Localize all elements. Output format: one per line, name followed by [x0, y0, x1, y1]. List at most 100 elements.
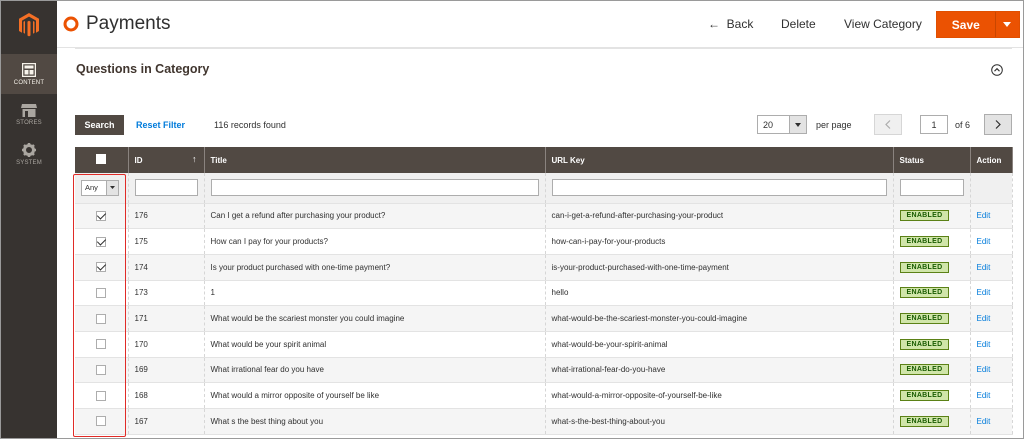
row-id: 173	[128, 280, 205, 307]
row-url-key: what-would-be-the-scariest-monster-you-c…	[545, 305, 894, 332]
column-header-action: Action	[970, 147, 1013, 173]
row-action-cell: Edit	[970, 305, 1013, 332]
search-button[interactable]: Search	[75, 115, 124, 135]
row-url-key: hello	[545, 280, 894, 307]
select-all-checkbox[interactable]	[96, 154, 107, 164]
status-badge: ENABLED	[899, 390, 950, 402]
row-action-cell: Edit	[970, 357, 1013, 384]
row-id: 176	[128, 203, 205, 230]
row-id: 170	[128, 331, 205, 358]
current-page-input[interactable]: 1	[920, 115, 948, 134]
save-options-toggle[interactable]	[996, 12, 1019, 37]
row-title: What irrational fear do you have	[204, 357, 546, 384]
row-title: How can I pay for your products?	[204, 228, 546, 255]
title-wrap: Payments	[63, 13, 170, 35]
nav-stores-label: STORES	[16, 119, 42, 126]
per-page-caret-icon	[789, 116, 806, 133]
select-all-header[interactable]	[75, 147, 129, 173]
chevron-left-icon	[885, 120, 891, 129]
column-header-url-key[interactable]: URL Key	[545, 147, 894, 173]
row-id: 169	[128, 357, 205, 384]
save-button-group: Save	[936, 11, 1020, 38]
row-status-cell: ENABLED	[893, 382, 971, 409]
filter-title-cell	[204, 173, 546, 204]
system-icon	[22, 142, 36, 157]
row-id: 171	[128, 305, 205, 332]
edit-link[interactable]: Edit	[977, 417, 991, 426]
status-badge: ENABLED	[899, 364, 950, 376]
next-page-button[interactable]	[984, 114, 1012, 135]
row-status-cell: ENABLED	[893, 203, 971, 230]
filter-id-cell	[128, 173, 205, 204]
edit-link[interactable]: Edit	[977, 237, 991, 246]
collapse-icon[interactable]	[991, 64, 1003, 76]
row-action-cell: Edit	[970, 382, 1013, 409]
table-row[interactable]: 169 What irrational fear do you have what-…	[75, 357, 1013, 384]
status-badge: ENABLED	[899, 415, 950, 427]
table-row[interactable]: 170 What would be your spirit animal what-…	[75, 331, 1013, 358]
stores-icon	[21, 103, 37, 117]
edit-link[interactable]: Edit	[977, 391, 991, 400]
per-page-select[interactable]: 20	[757, 115, 807, 134]
save-button[interactable]: Save	[937, 12, 996, 37]
row-id: 175	[128, 228, 205, 255]
edit-link[interactable]: Edit	[977, 263, 991, 272]
column-header-title[interactable]: Title	[204, 147, 546, 173]
caret-down-icon	[1003, 22, 1012, 27]
page-header: Payments ← Back Delete View Category Sav…	[57, 1, 1023, 48]
row-title: What would be your spirit animal	[204, 331, 546, 358]
table-row[interactable]: 173 1 hello ENABLED Edit	[75, 280, 1013, 307]
filter-row: Any	[75, 173, 1013, 204]
row-title: What would be the scariest monster you c…	[204, 305, 546, 332]
per-page-label: per page	[816, 120, 852, 130]
row-status-cell: ENABLED	[893, 305, 971, 332]
nav-stores[interactable]: STORES	[1, 94, 57, 134]
row-id: 174	[128, 254, 205, 281]
table-row[interactable]: 176 Can I get a refund after purchasing y…	[75, 203, 1013, 230]
table-row[interactable]: 167 What s the best thing about you what-s…	[75, 408, 1013, 435]
row-title: What s the best thing about you	[204, 408, 546, 435]
table-row[interactable]: 175 How can I pay for your products? how-c…	[75, 228, 1013, 255]
filter-title-input[interactable]	[210, 179, 539, 197]
edit-link[interactable]: Edit	[977, 365, 991, 374]
reset-filter-link[interactable]: Reset Filter	[136, 120, 185, 130]
edit-link[interactable]: Edit	[977, 288, 991, 297]
edit-link[interactable]: Edit	[977, 314, 991, 323]
prev-page-button[interactable]	[874, 114, 902, 135]
magento-logo[interactable]	[1, 1, 57, 48]
column-header-id[interactable]: ID ↑	[128, 147, 205, 173]
column-header-status[interactable]: Status	[893, 147, 971, 173]
edit-link[interactable]: Edit	[977, 211, 991, 220]
nav-content[interactable]: CONTENT	[1, 54, 57, 94]
row-url-key: what-would-a-mirror-opposite-of-yourself…	[545, 382, 894, 409]
table-row[interactable]: 174 Is your product purchased with one-ti…	[75, 254, 1013, 281]
magento-logo-icon	[19, 12, 39, 36]
section-divider	[75, 48, 1012, 49]
page-title: Payments	[86, 13, 171, 34]
back-button[interactable]: ← Back	[708, 17, 753, 31]
filter-url-cell	[545, 173, 894, 204]
row-url-key: what-irrational-fear-do-you-have	[545, 357, 894, 384]
nav-system[interactable]: SYSTEM	[1, 134, 57, 174]
row-status-cell: ENABLED	[893, 228, 971, 255]
filter-status-input[interactable]	[899, 179, 964, 197]
column-id-label: ID	[134, 155, 143, 165]
status-badge: ENABLED	[899, 338, 950, 350]
row-status-cell: ENABLED	[893, 408, 971, 435]
nav-system-label: SYSTEM	[16, 159, 42, 166]
filter-action-cell	[970, 173, 1013, 204]
row-status-cell: ENABLED	[893, 357, 971, 384]
row-status-cell: ENABLED	[893, 254, 971, 281]
checkbox-column-highlight	[73, 174, 126, 437]
row-url-key: what-s-the-best-thing-about-you	[545, 408, 894, 435]
row-action-cell: Edit	[970, 331, 1013, 358]
table-row[interactable]: 168 What would a mirror opposite of yours…	[75, 382, 1013, 409]
table-row[interactable]: 171 What would be the scariest monster yo…	[75, 305, 1013, 332]
filter-url-key-input[interactable]	[551, 179, 887, 197]
row-action-cell: Edit	[970, 203, 1013, 230]
filter-id-input[interactable]	[134, 179, 198, 197]
delete-button[interactable]: Delete	[781, 17, 816, 31]
grid-header-row: ID ↑ Title URL Key Status Action	[75, 147, 1013, 173]
view-category-button[interactable]: View Category	[844, 17, 922, 31]
edit-link[interactable]: Edit	[977, 340, 991, 349]
